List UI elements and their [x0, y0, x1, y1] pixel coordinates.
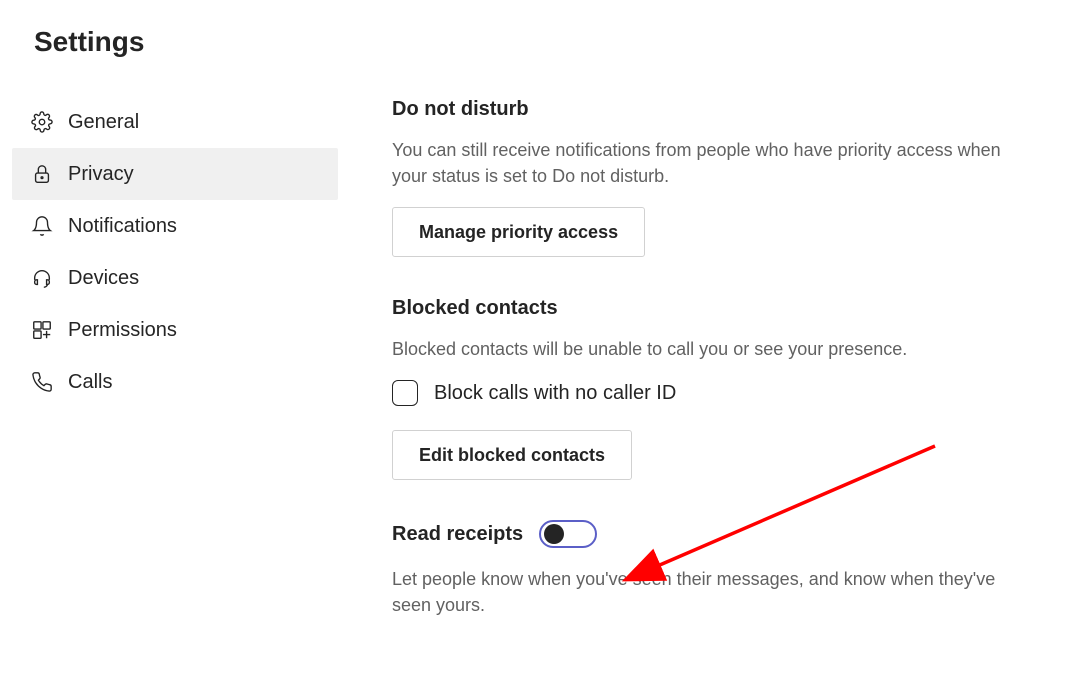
lock-icon: [30, 162, 54, 186]
bell-icon: [30, 214, 54, 238]
sidebar-item-devices[interactable]: Devices: [12, 252, 338, 304]
read-receipts-toggle[interactable]: [539, 520, 597, 548]
page-title: Settings: [0, 0, 1080, 58]
toggle-knob: [544, 524, 564, 544]
sidebar-item-label: Devices: [68, 267, 139, 290]
headset-icon: [30, 266, 54, 290]
blocked-description: Blocked contacts will be unable to call …: [392, 336, 1012, 362]
sidebar-item-general[interactable]: General: [12, 96, 338, 148]
sidebar-item-label: General: [68, 111, 139, 134]
read-receipts-heading: Read receipts: [392, 523, 523, 546]
blocked-heading: Blocked contacts: [392, 297, 1050, 320]
gear-icon: [30, 110, 54, 134]
sidebar-item-calls[interactable]: Calls: [12, 356, 338, 408]
block-no-caller-id-checkbox[interactable]: [392, 380, 418, 406]
sidebar-item-notifications[interactable]: Notifications: [12, 200, 338, 252]
sidebar-item-label: Permissions: [68, 319, 177, 342]
section-read-receipts: Read receipts Let people know when you'v…: [392, 520, 1050, 618]
settings-sidebar: General Privacy Notifications Devices Pe: [0, 96, 350, 636]
block-no-caller-id-row: Block calls with no caller ID: [392, 380, 1050, 406]
sidebar-item-label: Notifications: [68, 215, 177, 238]
read-receipts-description: Let people know when you've seen their m…: [392, 566, 1012, 618]
apps-icon: [30, 318, 54, 342]
block-no-caller-id-label: Block calls with no caller ID: [434, 382, 676, 405]
dnd-heading: Do not disturb: [392, 98, 1050, 121]
sidebar-item-privacy[interactable]: Privacy: [12, 148, 338, 200]
manage-priority-access-button[interactable]: Manage priority access: [392, 207, 645, 257]
phone-icon: [30, 370, 54, 394]
section-do-not-disturb: Do not disturb You can still receive not…: [392, 98, 1050, 257]
settings-main: Do not disturb You can still receive not…: [350, 96, 1080, 636]
sidebar-item-permissions[interactable]: Permissions: [12, 304, 338, 356]
dnd-description: You can still receive notifications from…: [392, 137, 1012, 189]
section-blocked-contacts: Blocked contacts Blocked contacts will b…: [392, 297, 1050, 480]
sidebar-item-label: Privacy: [68, 163, 134, 186]
edit-blocked-contacts-button[interactable]: Edit blocked contacts: [392, 430, 632, 480]
sidebar-item-label: Calls: [68, 371, 112, 394]
